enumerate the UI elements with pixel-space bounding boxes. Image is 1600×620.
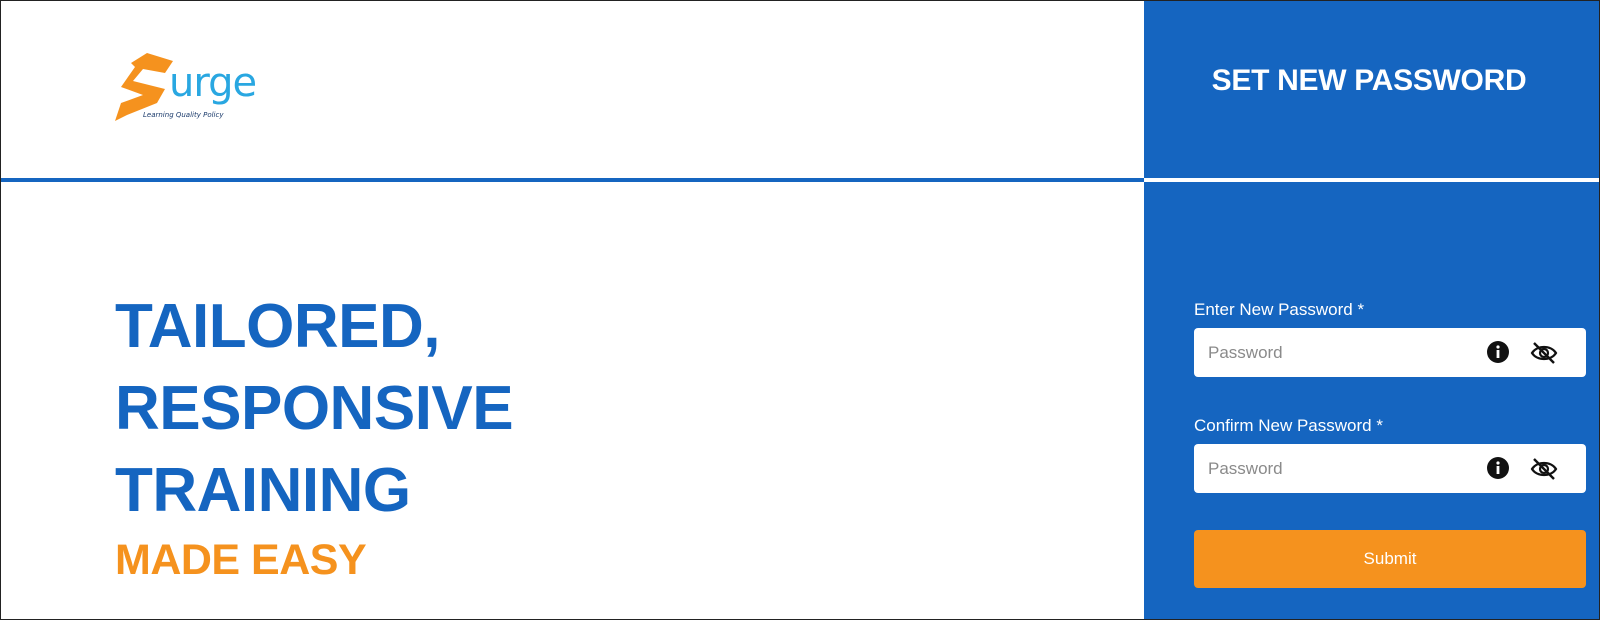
- new-password-input[interactable]: [1208, 328, 1478, 377]
- new-password-field: [1194, 328, 1586, 377]
- new-password-label: Enter New Password *: [1194, 300, 1365, 319]
- left-header: urge Learning Quality Policy: [1, 1, 1144, 178]
- hero-line-3: TRAINING: [115, 456, 411, 525]
- panel-divider: [1144, 178, 1599, 182]
- submit-button[interactable]: Submit: [1194, 530, 1586, 588]
- logo-tagline: Learning Quality Policy: [143, 111, 224, 119]
- eye-slash-icon[interactable]: [1530, 456, 1558, 482]
- hero-heading: TAILORED, RESPONSIVE TRAINING MADE EASY: [115, 286, 514, 588]
- page-frame: urge Learning Quality Policy TAILORED, R…: [0, 0, 1600, 620]
- confirm-password-label: Confirm New Password *: [1194, 416, 1383, 435]
- panel-title: SET NEW PASSWORD: [1211, 64, 1527, 97]
- confirm-password-input[interactable]: [1208, 444, 1478, 493]
- info-icon[interactable]: [1487, 341, 1509, 363]
- logo-wordmark: urge: [169, 60, 257, 106]
- password-panel: SET NEW PASSWORD Enter New Password * Co…: [1144, 1, 1599, 619]
- header-divider: [1, 178, 1144, 182]
- left-section: urge Learning Quality Policy TAILORED, R…: [1, 1, 1144, 619]
- eye-slash-icon[interactable]: [1530, 340, 1558, 366]
- hero-line-1: TAILORED,: [115, 292, 441, 361]
- surge-logo: urge Learning Quality Policy: [113, 51, 283, 123]
- info-icon[interactable]: [1487, 457, 1509, 479]
- hero-accent: MADE EASY: [115, 536, 367, 584]
- confirm-password-field: [1194, 444, 1586, 493]
- hero-line-2: RESPONSIVE: [115, 374, 514, 443]
